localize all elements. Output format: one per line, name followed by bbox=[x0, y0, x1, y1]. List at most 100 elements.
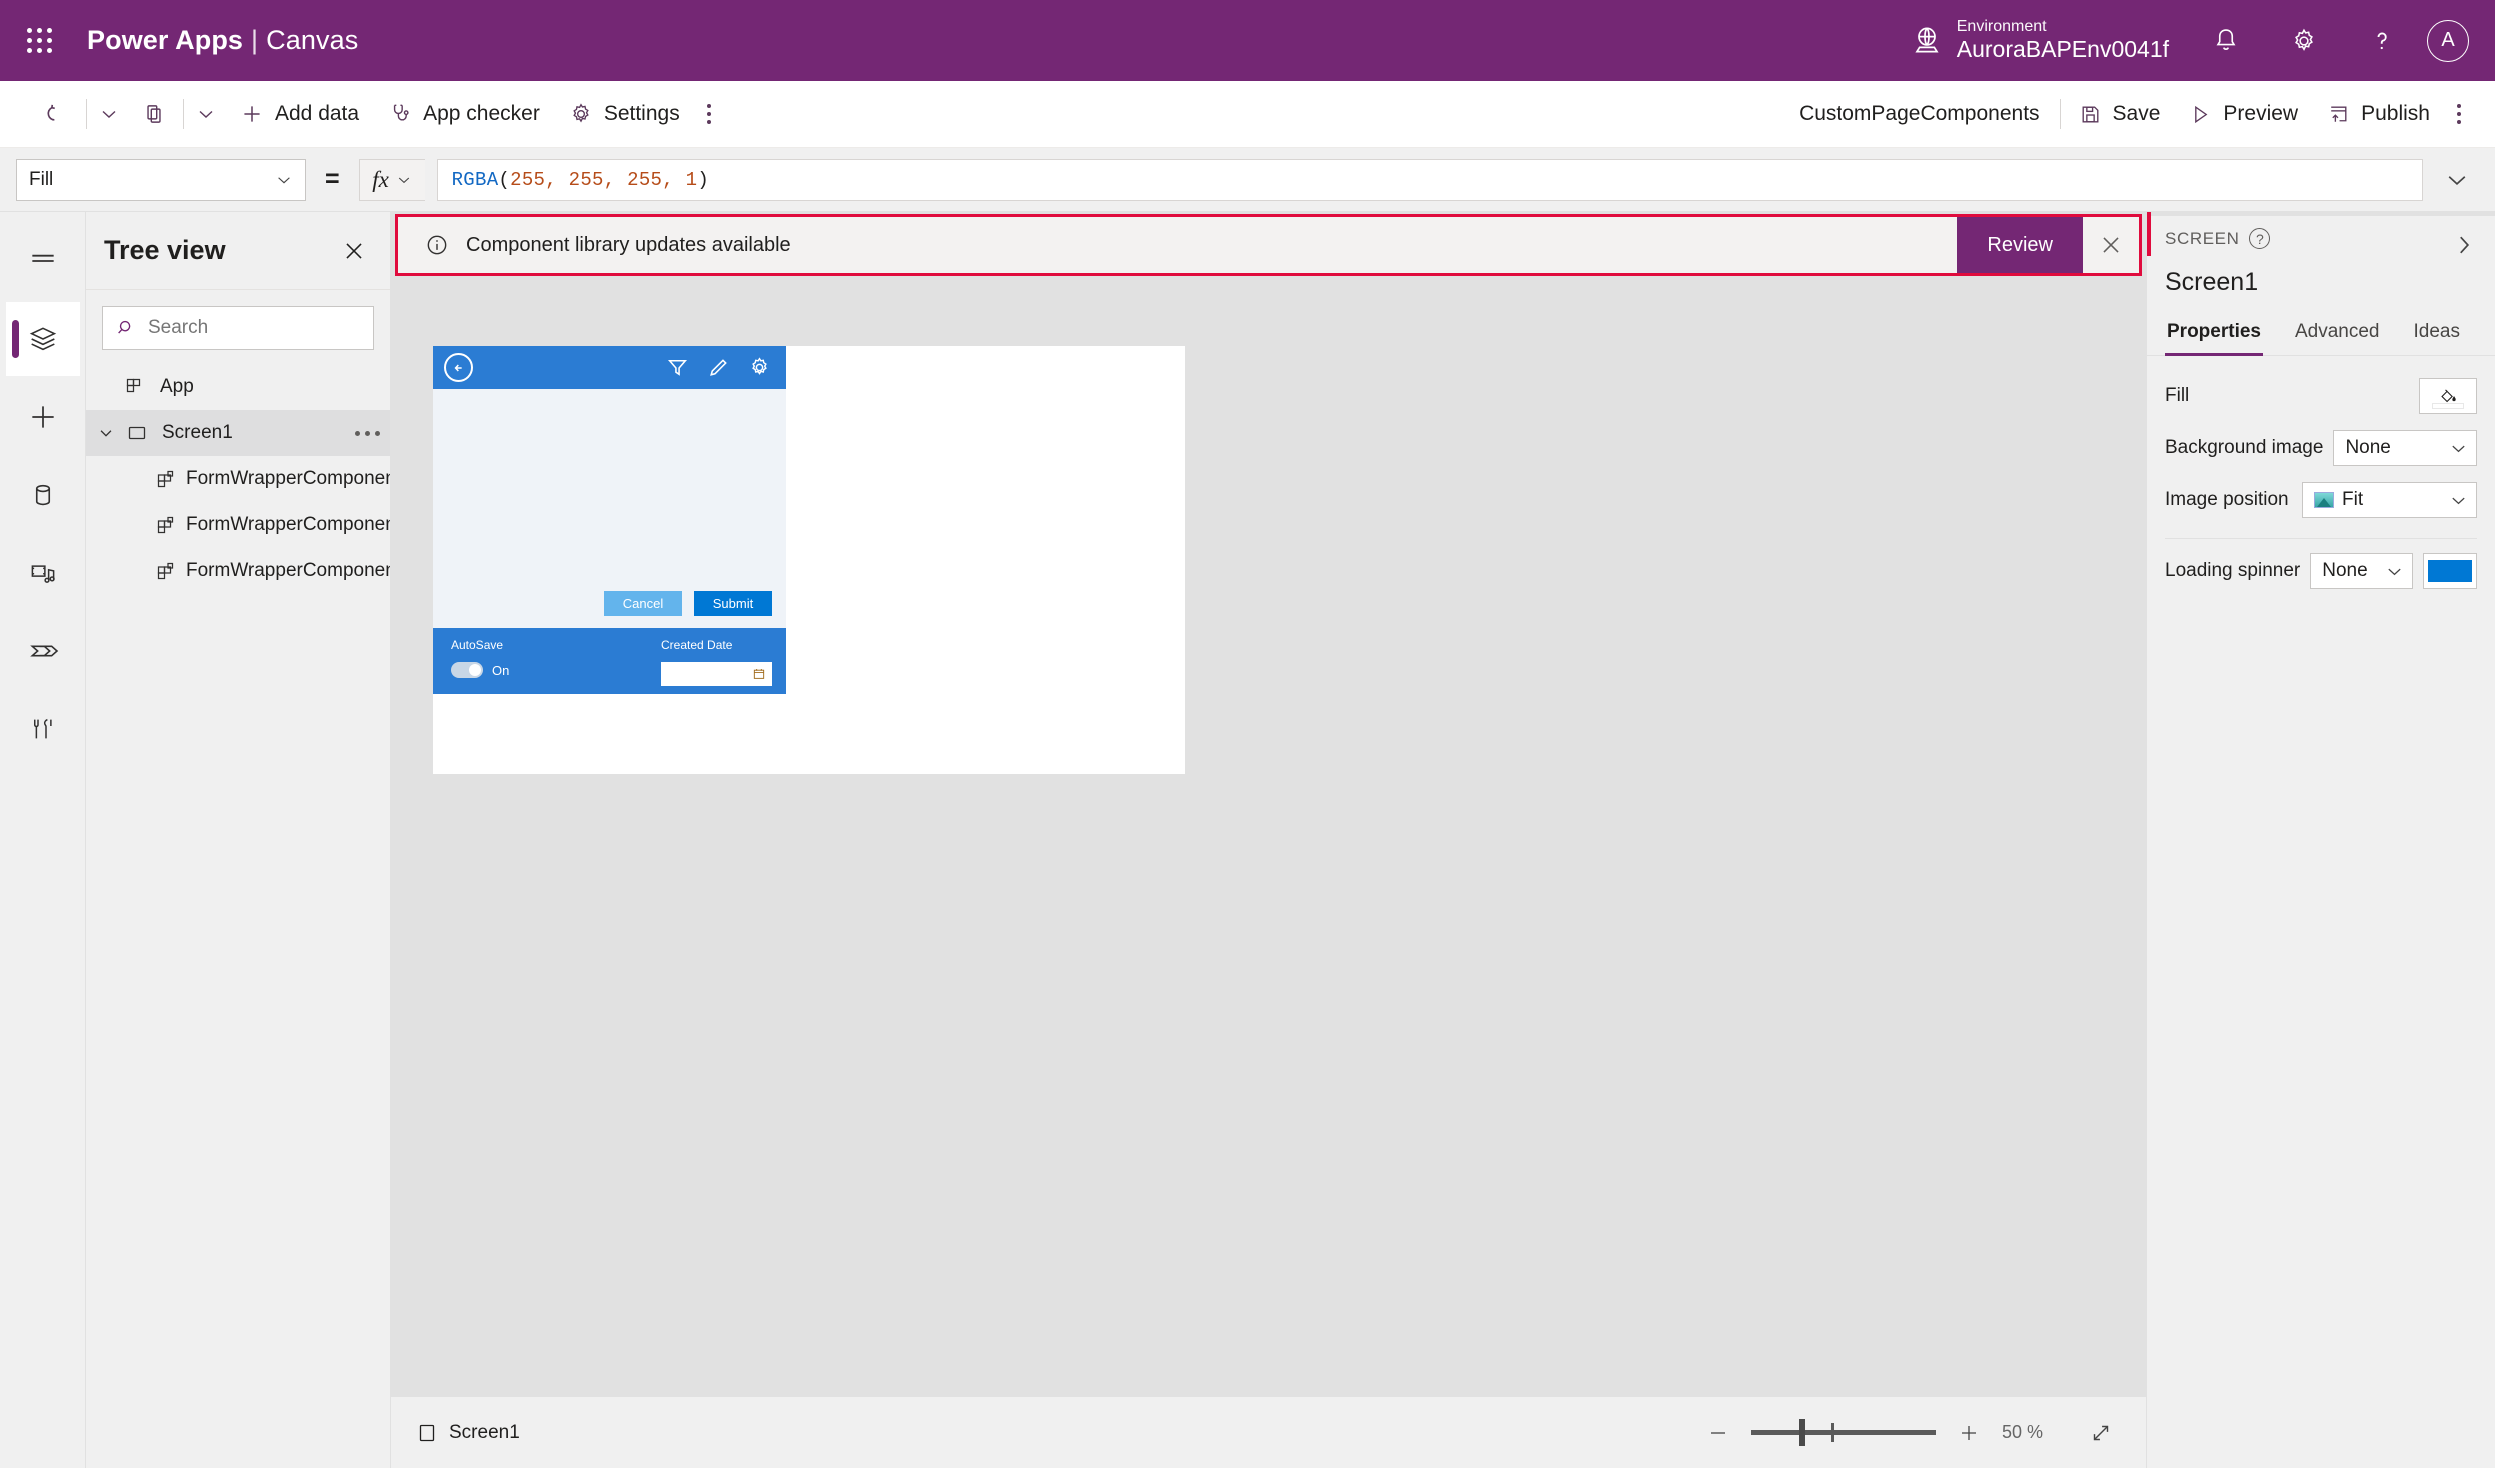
preview-form-body[interactable]: Cancel Submit bbox=[433, 389, 786, 628]
canvas-stage[interactable]: Cancel Submit AutoSave On Created Date bbox=[391, 294, 2146, 1396]
help-question-icon[interactable]: ? bbox=[2249, 228, 2271, 249]
header-right-group: Environment AuroraBAPEnv0041f A bbox=[1893, 0, 2495, 81]
sidebar-item-insert[interactable] bbox=[6, 380, 80, 454]
sidebar-item-tools[interactable] bbox=[6, 692, 80, 766]
media-icon bbox=[28, 558, 58, 588]
notification-bell-icon[interactable] bbox=[2187, 0, 2265, 81]
property-selector[interactable]: Fill bbox=[16, 158, 306, 201]
zoom-unit: % bbox=[2027, 1422, 2044, 1442]
tree-item-label: FormWrapperComponent_1 bbox=[186, 468, 390, 489]
zoom-slider-thumb[interactable] bbox=[1799, 1419, 1805, 1446]
undo-icon bbox=[42, 100, 70, 128]
tree-item-formwrappercomponent-3[interactable]: FormWrapperComponent_3 bbox=[86, 548, 390, 594]
toolbar-right-overflow-button[interactable] bbox=[2445, 91, 2473, 137]
fill-color-button[interactable] bbox=[2419, 378, 2477, 414]
created-date-input[interactable] bbox=[661, 662, 772, 686]
tree-item-more-icon[interactable] bbox=[355, 430, 380, 436]
background-image-dropdown[interactable]: None bbox=[2333, 430, 2477, 466]
globe-icon bbox=[1911, 24, 1943, 56]
cancel-button[interactable]: Cancel bbox=[604, 591, 682, 616]
property-row-loading-spinner: Loading spinner None bbox=[2165, 545, 2477, 597]
tree-item-label: App bbox=[160, 376, 194, 397]
screen-preview[interactable]: Cancel Submit AutoSave On Created Date bbox=[433, 346, 786, 694]
tree-search-box[interactable] bbox=[102, 306, 393, 350]
status-screen-item[interactable]: Screen1 bbox=[417, 1421, 520, 1445]
sidebar-item-media[interactable] bbox=[6, 536, 80, 610]
tree-item-app[interactable]: App bbox=[86, 364, 390, 410]
publish-button[interactable]: Publish bbox=[2313, 91, 2443, 137]
undo-button[interactable] bbox=[30, 91, 82, 137]
chevron-down-icon bbox=[2449, 491, 2468, 510]
calendar-icon[interactable] bbox=[752, 667, 766, 681]
settings-button[interactable]: Settings bbox=[555, 91, 693, 137]
pencil-edit-icon[interactable] bbox=[706, 355, 731, 380]
save-button[interactable]: Save bbox=[2065, 91, 2174, 137]
toolbar-overflow-button[interactable] bbox=[695, 91, 723, 137]
tree-item-formwrappercomponent-2[interactable]: FormWrapperComponent_2 bbox=[86, 502, 390, 548]
tree-item-screen1[interactable]: Screen1 bbox=[86, 410, 390, 456]
avatar[interactable]: A bbox=[2427, 19, 2469, 62]
tab-ideas[interactable]: Ideas bbox=[2412, 315, 2462, 355]
preview-button[interactable]: Preview bbox=[2175, 91, 2311, 137]
zoom-out-button[interactable] bbox=[1703, 1418, 1733, 1448]
close-icon[interactable] bbox=[334, 231, 374, 271]
zoom-value: 50 % bbox=[2002, 1422, 2066, 1443]
environment-label: Environment bbox=[1956, 18, 2047, 36]
review-button[interactable]: Review bbox=[1957, 217, 2083, 273]
properties-divider bbox=[2165, 538, 2477, 539]
loading-spinner-value: None bbox=[2322, 560, 2368, 581]
notification-close-icon[interactable] bbox=[2083, 217, 2139, 273]
submit-button[interactable]: Submit bbox=[694, 591, 772, 616]
loading-spinner-color-button[interactable] bbox=[2423, 553, 2477, 589]
zoom-in-button[interactable] bbox=[1954, 1418, 1984, 1448]
toolbar-divider-3 bbox=[2059, 99, 2061, 129]
zoom-slider[interactable] bbox=[1751, 1419, 1936, 1446]
tree-item-label: Screen1 bbox=[162, 422, 233, 443]
help-question-icon[interactable] bbox=[2343, 0, 2421, 81]
autosave-toggle[interactable] bbox=[451, 662, 483, 678]
image-position-dropdown[interactable]: Fit bbox=[2302, 482, 2477, 518]
filter-funnel-icon[interactable] bbox=[665, 355, 690, 380]
tree-item-formwrappercomponent-1[interactable]: FormWrapperComponent_1 bbox=[86, 456, 390, 502]
add-data-button[interactable]: Add data bbox=[226, 91, 372, 137]
sidebar-item-power-automate[interactable] bbox=[6, 614, 80, 688]
paste-chevron-button[interactable] bbox=[188, 91, 224, 137]
formula-bar-expand-button[interactable] bbox=[2435, 159, 2479, 201]
sidebar-item-tree-view[interactable] bbox=[5, 302, 80, 376]
add-data-label: Add data bbox=[275, 102, 360, 125]
notification-banner: Component library updates available Revi… bbox=[395, 214, 2142, 276]
brand-title[interactable]: Power Apps | Canvas bbox=[87, 25, 358, 56]
undo-chevron-button[interactable] bbox=[91, 91, 127, 137]
sidebar-item-data[interactable] bbox=[6, 458, 80, 532]
autosave-label: AutoSave bbox=[451, 638, 504, 652]
preview-label: Preview bbox=[2223, 102, 2299, 125]
screen-rect-icon bbox=[120, 421, 154, 445]
status-bar: Screen1 50 % bbox=[391, 1396, 2146, 1468]
notification-actions: Review bbox=[1957, 217, 2139, 273]
notification-zone: Component library updates available Revi… bbox=[391, 212, 2146, 294]
fit-to-screen-icon[interactable] bbox=[2084, 1416, 2118, 1450]
loading-spinner-dropdown[interactable]: None bbox=[2310, 553, 2414, 589]
paste-button[interactable] bbox=[129, 91, 179, 137]
back-arrow-icon[interactable] bbox=[444, 353, 473, 382]
formula-open-paren: ( bbox=[498, 168, 511, 191]
chevron-down-icon bbox=[196, 104, 216, 124]
tab-properties[interactable]: Properties bbox=[2165, 315, 2263, 356]
search-input[interactable] bbox=[148, 317, 393, 339]
environment-picker[interactable]: Environment AuroraBAPEnv0041f bbox=[1893, 18, 2187, 63]
settings-gear-icon[interactable] bbox=[2265, 0, 2343, 81]
app-checker-button[interactable]: App checker bbox=[374, 91, 553, 137]
command-toolbar: Add data App checker Settings CustomPage… bbox=[0, 81, 2495, 148]
hamburger-menu-icon[interactable] bbox=[6, 224, 80, 298]
properties-control-name: Screen1 bbox=[2165, 268, 2259, 296]
chevron-down-icon[interactable] bbox=[92, 424, 120, 442]
gear-icon[interactable] bbox=[747, 355, 772, 380]
formula-input[interactable]: RGBA(255, 255, 255, 1) bbox=[436, 158, 2423, 201]
waffle-icon[interactable] bbox=[23, 24, 57, 58]
chevron-right-icon[interactable] bbox=[2447, 228, 2481, 262]
properties-tabs: Properties Advanced Ideas bbox=[2147, 315, 2495, 356]
app-preview-surface[interactable]: Cancel Submit AutoSave On Created Date bbox=[433, 346, 1185, 774]
fx-button[interactable]: fx bbox=[358, 158, 425, 201]
tab-advanced[interactable]: Advanced bbox=[2293, 315, 2382, 355]
properties-kicker-group: SCREEN ? bbox=[2165, 228, 2271, 249]
